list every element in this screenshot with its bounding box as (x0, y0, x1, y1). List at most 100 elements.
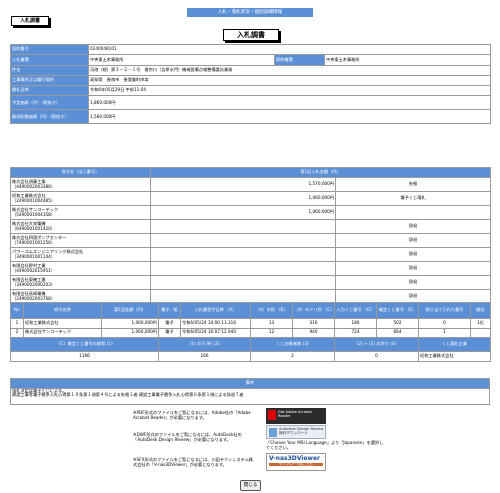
info-row: 件名 河改（総）第３－２－１号 香宗川（吉原水門）機械設備点検整備委託業務 (10, 64, 492, 76)
lottery-cell-amount: 1,060,000円 (101, 318, 159, 329)
lottery-cell-datetime: 令和6/05/24 10:00:13.316 (180, 318, 251, 329)
bidder-corporate-number: （6490001001420） (12, 225, 56, 231)
autodesk-badge[interactable]: Autodesk Design Review 無料ダウンロード (266, 425, 326, 439)
lottery-header-cell: No (10, 302, 24, 319)
lottery-cell-rank (470, 327, 491, 338)
lottery-header-cell: 割り当てられた番号 (418, 302, 471, 319)
info-value: 中央東土木事務所 (88, 54, 275, 66)
bidder-row: 株式会社須藤工業 （4490002003386） 1,570,000円 失格 (10, 177, 492, 193)
bidder-amount: 1,060,000円 (150, 191, 336, 207)
vnas-viewer-badge[interactable]: V-nas3DViewer ダウンロードはこちら (266, 453, 326, 471)
info-label: 工事場所又は履行場所 (10, 74, 89, 87)
lottery-cell-sec: 12 (250, 327, 293, 338)
summary-header-cell: くじ対象者数 (3) (250, 337, 335, 352)
adobe-reader-badge[interactable]: Get Adobe Acrobat Reader (266, 408, 326, 424)
note-dwf-language: 「Choose Your MSI Language」より「Japanese」を選… (266, 440, 384, 451)
info-row: 最低制限価格（円）（税抜き） 1,580,000円 (10, 109, 492, 125)
bidder-amount: 1,060,000円 (150, 205, 336, 221)
remarks-line-2: 建設工事等電子競争入札心得第１０条第１項第４号による失格１者 建設工事電子競争入… (12, 392, 244, 398)
lottery-cell-input: 186 (334, 318, 377, 329)
info-label: 入札機関 (10, 54, 89, 66)
remarks-body: 落札決定は電子くじによる。 建設工事等電子競争入札心得第１０条第１項第４号による… (10, 387, 490, 405)
info-row: 開札日時 令和6年05月29日 午前11:04 (10, 85, 492, 97)
bidder-row: 有限会社野村工業 （4490002015951） 辞退 (10, 261, 492, 277)
note-pdf: ※PDF形式のファイルをご覧になるには、Adobe社の「Adobe Acroba… (133, 410, 251, 421)
note-sfx: ※SFX形式のファイルをご覧になるには、川田テクノシステム株式会社の「V-nas… (133, 457, 253, 468)
lottery-header-row: No 商号名称 第1回金額（円） 電子／紙 入札書受付日時 （A） （A）の秒 （B） （A… (10, 302, 491, 319)
bidder-note: 辞退 (334, 261, 492, 277)
lottery-cell-name: 株式会社サンコーテック (23, 327, 102, 338)
bidder-row: パワーコムエンジニアリング株式会社 （3490001001144） 辞退 (10, 247, 492, 263)
info-value: 1,860,000円 (87, 95, 492, 111)
bidder-amount (150, 275, 336, 291)
adobe-icon (268, 410, 276, 420)
remarks-table: 備考 落札決定は電子くじによる。 建設工事等電子競争入札心得第１０条第１項第４号… (10, 378, 490, 405)
vnas-badge-sub: ダウンロードはこちら (269, 462, 323, 467)
lottery-cell-amount: 1,060,000円 (101, 327, 159, 338)
bidders-header-amount: 第1回入札金額（円） (149, 166, 492, 179)
summary-cell: 2 (250, 351, 335, 362)
info-value: 河改（総）第３－２－１号 香宗川（吉原水門）機械設備点検整備委託業務 (87, 64, 492, 76)
bidder-corporate-number: （7490001001256） (12, 239, 56, 245)
lottery-cell-msec: 940 (292, 327, 335, 338)
autodesk-badge-label: Autodesk Design Review 無料ダウンロード (279, 427, 324, 435)
summary-header-cell: （C）確定くじ番号の総和 (1) (10, 337, 159, 352)
lottery-header-cell: 商号名称 (23, 302, 102, 319)
close-button[interactable]: 閉じる (240, 480, 261, 491)
bidder-note: 辞退 (334, 275, 492, 291)
bidder-note: 失格 (334, 177, 492, 193)
info-label: 予定価格（円）（税抜き） (10, 95, 89, 111)
bidder-row: 株式会社サンコーテック （5490001004358） 1,060,000円 (10, 205, 492, 221)
summary-header-cell: (2) ÷ (3) の余り (4) (334, 337, 419, 352)
lottery-row: 2 株式会社サンコーテック 1,060,000円 電子 令和6/05/24 16:07:… (10, 327, 491, 338)
bidder-name-cell: 株式会社サンコーテック （5490001004358） (10, 205, 151, 221)
lottery-cell-assigned: 1 (418, 327, 471, 338)
bidders-header-name: 商号名（法人番号） (10, 166, 151, 179)
bidder-corporate-number: （4490002015951） (12, 267, 56, 273)
info-value: 令和6年05月29日 午前11:04 (87, 85, 492, 97)
bidder-name-cell: 株式会社四国ボンプセンター （7490001001256） (10, 233, 151, 249)
bidder-name-cell: パワーコムエンジニアリング株式会社 （3490001001144） (10, 247, 151, 263)
summary-header-cell: (1) の下3桁 (2) (158, 337, 251, 352)
info-label: 件名 (10, 64, 89, 76)
lottery-cell-rank: 1位 (470, 318, 491, 329)
bidder-corporate-number: （4490002003386） (12, 183, 56, 189)
remarks-header: 備考 (10, 378, 490, 389)
bidder-row: 株式会社大栄電機 （6490001001420） 辞退 (10, 219, 492, 235)
info-row: 契約番号 0240048101 (10, 43, 492, 56)
bidders-header-row: 商号名（法人番号） 第1回入札金額（円） (10, 166, 492, 179)
lottery-cell-assigned: 0 (418, 318, 471, 329)
bidder-note (334, 205, 492, 221)
adobe-badge-label: Get Adobe Acrobat Reader (278, 410, 312, 418)
autodesk-icon (269, 428, 277, 437)
summary-header-cell: くじ落札企業 (418, 337, 491, 352)
bidder-name-cell: 有限会社野村工業 （4490002015951） (10, 261, 151, 277)
bidder-note: 辞退 (334, 219, 492, 235)
lottery-header-cell: （A）の秒 （B） (250, 302, 293, 319)
summary-cell: 0 (334, 351, 419, 362)
info-row: 入札機関 中央東土木事務所 契約機関 中央東土木事務所 (10, 54, 492, 66)
summary-row: 1166 166 2 0 紀和工業株式会社 (10, 351, 491, 362)
lottery-cell-sec: 13 (250, 318, 293, 329)
summary-cell: 1166 (10, 351, 159, 362)
lottery-row: 1 紀和工業株式会社 1,060,000円 電子 令和6/05/24 10:00:13.… (10, 318, 491, 329)
bidder-row: 株式会社四国ボンプセンター （7490001001256） 辞退 (10, 233, 492, 249)
info-label: 契約番号 (10, 43, 89, 56)
lottery-header-cell: 入力くじ番号 （D） (334, 302, 377, 319)
info-value: 1,580,000円 (87, 109, 492, 125)
lottery-header-cell: （A）のミリ秒 （C） (292, 302, 335, 319)
summary-header-row: （C）確定くじ番号の総和 (1) (1) の下3桁 (2) くじ対象者数 (3) (2… (10, 337, 491, 352)
bidder-corporate-number: （2490001004485） (12, 197, 56, 203)
summary-cell: 166 (158, 351, 251, 362)
info-row: 工事場所又は履行場所 高知県 香南市 香我美町岸本 (10, 74, 492, 87)
lottery-header-cell: 入札書受付日時 （A） (180, 302, 251, 319)
lottery-header-cell: 電子／紙 (158, 302, 181, 319)
lottery-table: No 商号名称 第1回金額（円） 電子／紙 入札書受付日時 （A） （A）の秒 （B） （A… (10, 302, 491, 362)
note-dwf: ※DWF形式のファイルをご覧になるには、AutoDesk社の「AutoDesk … (133, 432, 242, 443)
bidder-name-cell: 有限会社東機工業 （3490002000203） (10, 275, 151, 291)
summary-cell: 紀和工業株式会社 (418, 351, 491, 362)
lottery-header-cell: 第1回金額（円） (101, 302, 159, 319)
info-label: 開札日時 (10, 85, 89, 97)
bidder-row: 紀和工業株式会社 （2490001004485） 1,060,000円 電子くじ落札 (10, 191, 492, 207)
bidder-corporate-number: （3490002000203） (12, 281, 56, 287)
